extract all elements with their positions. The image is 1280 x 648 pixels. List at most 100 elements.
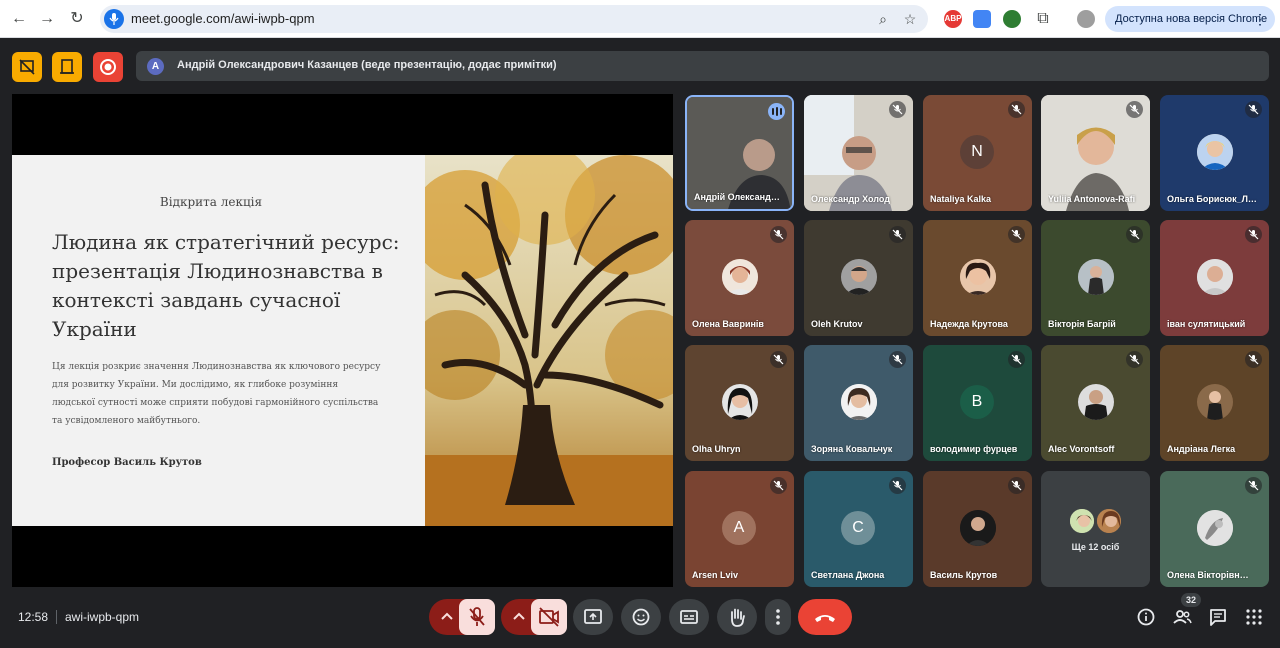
emoji-icon <box>632 608 650 626</box>
recording-icon[interactable] <box>93 52 123 82</box>
divider <box>56 610 57 624</box>
participant-name: Надежда Крутова <box>930 319 1008 329</box>
mic-off-icon <box>770 226 787 243</box>
participant-avatar: N <box>960 135 994 169</box>
reactions-button[interactable] <box>621 599 661 635</box>
profile-avatar[interactable] <box>1077 10 1095 28</box>
participant-tile[interactable]: Oleh Krutov <box>804 220 913 336</box>
people-icon[interactable] <box>1171 606 1193 628</box>
participant-name: Олена Вавринів <box>692 319 764 329</box>
more-vert-icon[interactable]: ⋮ <box>1253 6 1267 32</box>
mic-off-icon <box>1245 226 1262 243</box>
more-participants-label: Ще 12 осіб <box>1071 542 1120 552</box>
presenter-avatar: A <box>147 58 164 75</box>
mic-off-icon <box>1126 226 1143 243</box>
participant-name: Yuliia Antonova-Rafi <box>1048 194 1136 204</box>
zoom-icon[interactable]: ⌕ <box>874 10 892 28</box>
participant-avatar <box>1068 507 1096 535</box>
participant-name: Олена Вікторівн… <box>1167 570 1249 580</box>
slide-text-panel: Відкрита лекція Людина як стратегічний р… <box>12 155 425 526</box>
participant-tile[interactable]: Олена Вавринів <box>685 220 794 336</box>
camera-off-button[interactable] <box>531 599 567 635</box>
presenter-text: Андрій Олександрович Казанцев (веде през… <box>177 59 557 71</box>
tree-image <box>425 155 673 526</box>
participant-name: володимир фурцев <box>930 444 1018 454</box>
slide: Відкрита лекція Людина як стратегічний р… <box>12 155 673 526</box>
mic-off-icon <box>889 351 906 368</box>
adblock-icon[interactable]: ABP <box>944 10 962 28</box>
participant-tile[interactable]: Yuliia Antonova-Rafi <box>1041 95 1150 211</box>
more-participants-tile[interactable]: Ще 12 осіб <box>1041 471 1150 587</box>
participant-tile[interactable]: N Nataliya Kalka <box>923 95 1032 211</box>
mic-off-icon <box>1008 477 1025 494</box>
participant-tile[interactable]: Olha Uhryn <box>685 345 794 461</box>
mic-off-icon <box>770 477 787 494</box>
participant-name: Alec Vorontsoff <box>1048 444 1115 454</box>
hand-icon <box>731 608 745 627</box>
captions-button[interactable] <box>669 599 709 635</box>
participant-tile[interactable]: Олена Вікторівн… <box>1160 471 1269 587</box>
presentation-mode-icon[interactable] <box>52 52 82 82</box>
participant-tile[interactable]: Надежда Крутова <box>923 220 1032 336</box>
participant-tile[interactable]: C Светлана Джона <box>804 471 913 587</box>
participant-tile[interactable]: A Arsen Lviv <box>685 471 794 587</box>
raise-hand-button[interactable] <box>717 599 757 635</box>
participant-tile[interactable]: Андріана Легка <box>1160 345 1269 461</box>
speaking-indicator-icon <box>768 103 785 120</box>
participant-tile[interactable]: іван сулятицький <box>1160 220 1269 336</box>
participant-tile[interactable]: B володимир фурцев <box>923 345 1032 461</box>
participant-avatar <box>1197 384 1233 420</box>
participant-tile[interactable]: Вікторія Багрій <box>1041 220 1150 336</box>
meeting-code: awi-iwpb-qpm <box>65 610 140 624</box>
present-button[interactable] <box>573 599 613 635</box>
participant-avatar <box>1078 384 1114 420</box>
participant-avatar <box>722 259 758 295</box>
mic-off-icon <box>1245 477 1262 494</box>
browser-toolbar: ← → ↻ meet.google.com/awi-iwpb-qpm ⌕ ☆ A… <box>0 0 1280 38</box>
participant-name: іван сулятицький <box>1167 319 1246 329</box>
mic-off-icon <box>889 477 906 494</box>
info-icon[interactable] <box>1135 606 1157 628</box>
mic-off-icon <box>1126 101 1143 118</box>
chat-icon[interactable] <box>1207 606 1229 628</box>
mic-off-icon <box>1008 351 1025 368</box>
more-options-button[interactable] <box>765 599 791 635</box>
audio-control-group <box>429 599 495 635</box>
mic-off-icon <box>469 607 485 626</box>
extensions-puzzle-icon[interactable]: ⧉ <box>1032 8 1054 30</box>
participant-name: Зоряна Ковальчук <box>811 444 893 454</box>
participant-name: Андрій Олександ… <box>694 192 780 202</box>
participant-name: Олександр Холод <box>811 194 890 204</box>
participant-tile[interactable]: Зоряна Ковальчук <box>804 345 913 461</box>
translate-icon[interactable] <box>973 10 991 28</box>
participant-tile[interactable]: Андрій Олександ… <box>685 95 794 211</box>
back-icon[interactable]: ← <box>8 8 30 30</box>
mic-site-icon[interactable] <box>104 9 124 29</box>
participant-tile[interactable]: Олександр Холод <box>804 95 913 211</box>
participant-name: Nataliya Kalka <box>930 194 992 204</box>
participant-avatar: C <box>841 511 875 545</box>
extension-globe-icon[interactable] <box>1003 10 1021 28</box>
forward-icon[interactable]: → <box>36 8 58 30</box>
address-bar[interactable]: meet.google.com/awi-iwpb-qpm ⌕ ☆ <box>100 5 928 33</box>
stop-presenting-icon[interactable] <box>12 52 42 82</box>
hang-up-icon <box>815 615 835 622</box>
participant-tile[interactable]: Alec Vorontsoff <box>1041 345 1150 461</box>
participant-avatar <box>1197 134 1233 170</box>
bookmark-star-icon[interactable]: ☆ <box>901 10 919 28</box>
present-screen-icon <box>584 609 602 624</box>
mic-off-button[interactable] <box>459 599 495 635</box>
reload-icon[interactable]: ↻ <box>66 8 88 30</box>
participant-avatar <box>1197 259 1233 295</box>
captions-icon <box>680 610 698 624</box>
slide-kicker: Відкрита лекція <box>159 195 263 209</box>
participant-avatar: A <box>722 511 756 545</box>
participant-tile[interactable]: Василь Крутов <box>923 471 1032 587</box>
chrome-update-button[interactable]: Доступна нова версія Chrome ⋮ <box>1105 6 1275 32</box>
participant-tile[interactable]: Ольга Борисюк_Л… <box>1160 95 1269 211</box>
leave-call-button[interactable] <box>798 599 852 635</box>
participant-avatar <box>960 510 996 546</box>
activities-grid-icon[interactable] <box>1243 606 1265 628</box>
more-vert-icon <box>776 609 780 625</box>
participant-name: Ольга Борисюк_Л… <box>1167 194 1257 204</box>
